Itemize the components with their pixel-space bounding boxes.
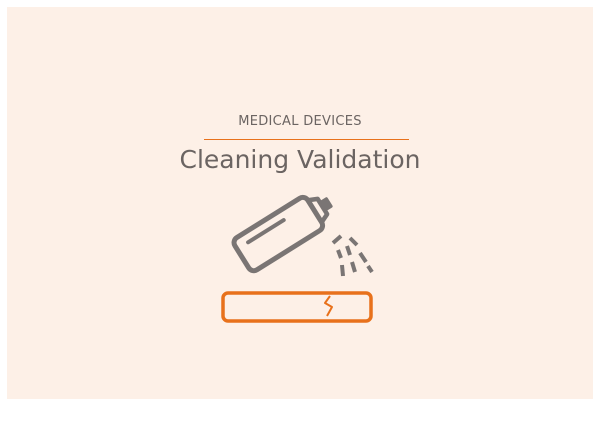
category-label: MEDICAL DEVICES	[238, 114, 362, 129]
page-title: Cleaning Validation	[179, 145, 421, 174]
banner-card	[7, 7, 593, 399]
canvas: MEDICAL DEVICES Cleaning Validation	[0, 0, 600, 423]
title-divider	[204, 139, 409, 140]
